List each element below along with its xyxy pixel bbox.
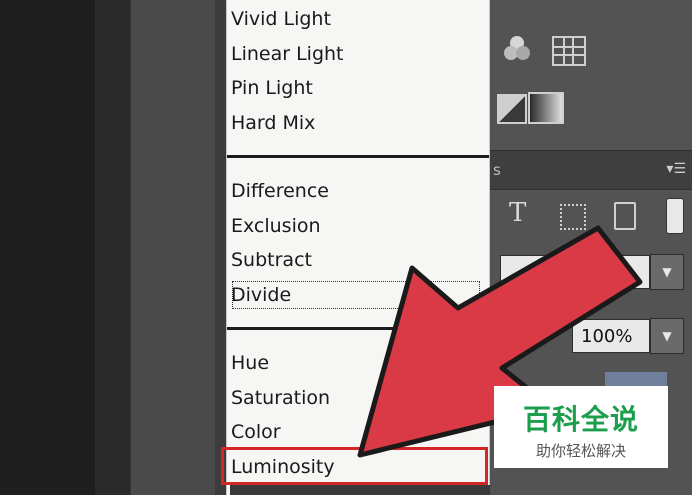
watermark: 百科全说 助你轻松解决 [494, 386, 668, 468]
watermark-title: 百科全说 [522, 403, 639, 436]
bottom-layer-strip [230, 485, 490, 495]
watermark-subtitle: 助你轻松解决 [535, 442, 626, 460]
